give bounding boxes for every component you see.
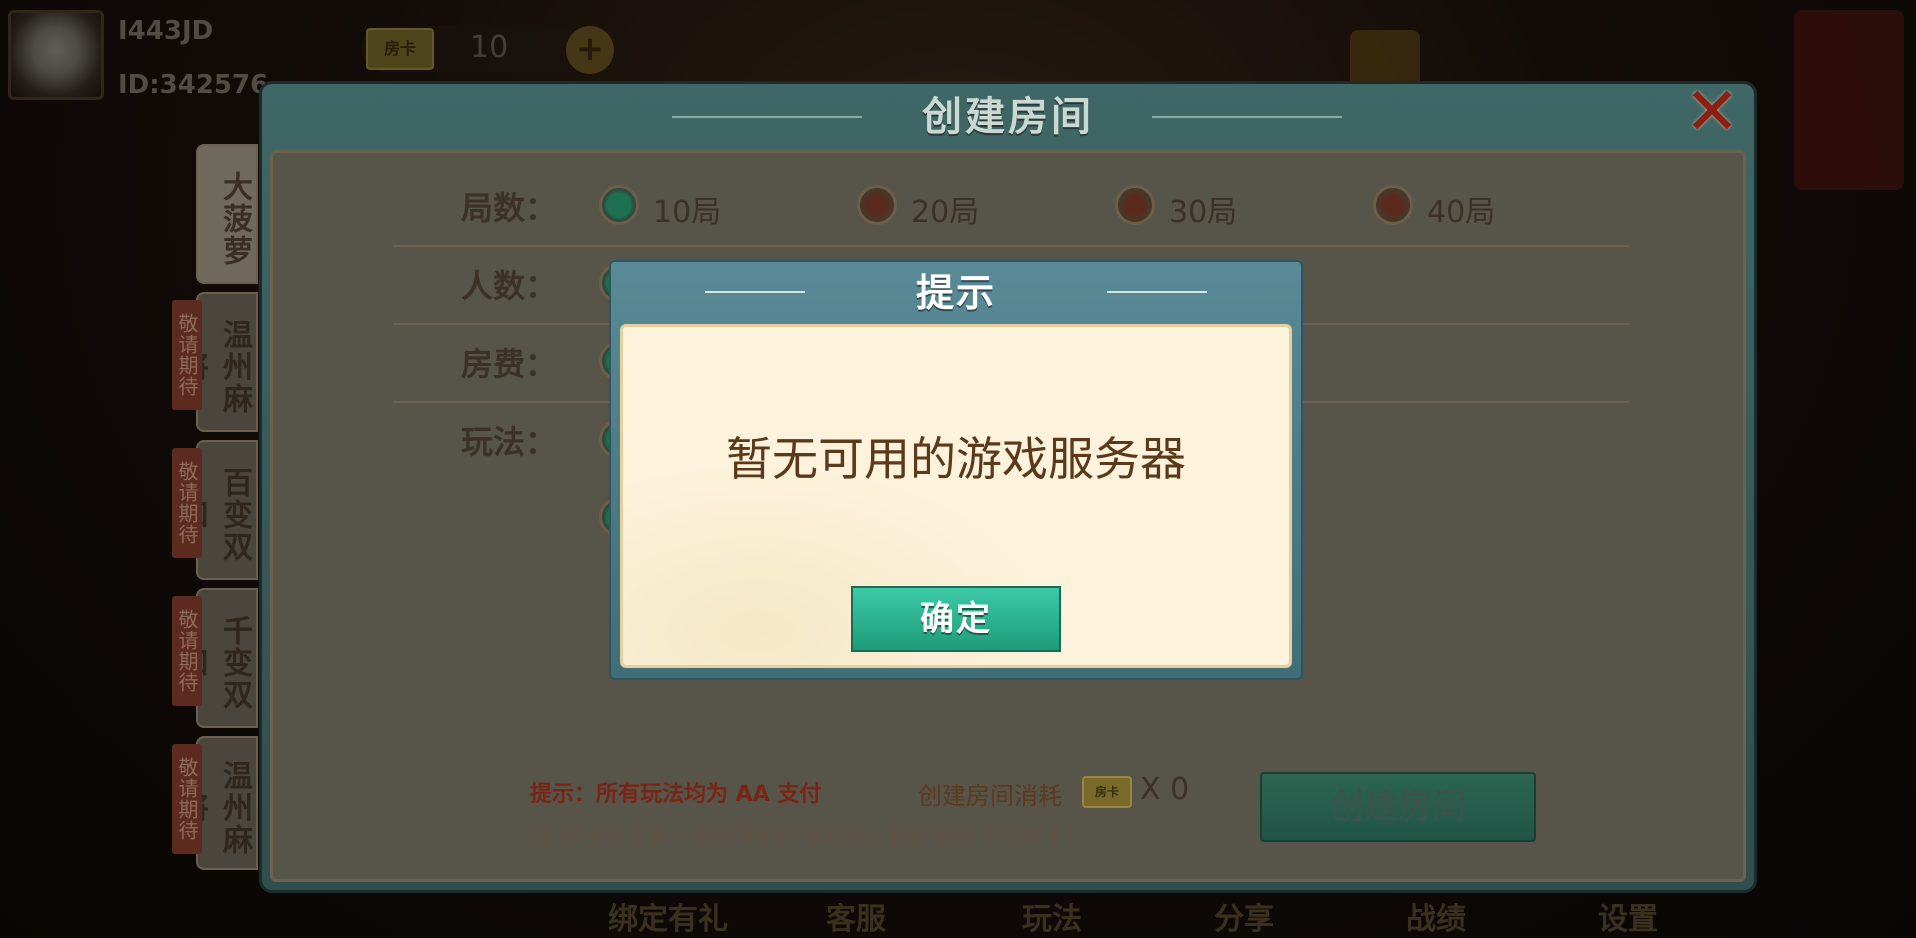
panel-header: 创建房间	[262, 84, 1754, 150]
alert-dialog: 提示 暂无可用的游戏服务器 确定	[611, 262, 1301, 678]
coming-soon-badge: 敬请期待	[172, 596, 202, 706]
rounds-label: 局数：	[461, 189, 558, 227]
cost-value: X 0	[1140, 772, 1190, 807]
coming-soon-badge: 敬请期待	[172, 744, 202, 854]
game-tab-qianbian-shuangkou[interactable]: 千变双扣	[173, 588, 258, 728]
rounds-option-20[interactable]: 20局	[911, 187, 979, 231]
dialog-message: 暂无可用的游戏服务器	[726, 432, 1186, 486]
row-divider	[393, 245, 1629, 247]
payment-hint: 提示：所有玩法均为 AA 支付	[530, 782, 822, 807]
coming-soon-badge: 敬请期待	[172, 448, 202, 558]
rounds-radio-10[interactable]	[599, 185, 639, 225]
game-tab-wenzhou-mahjong-2[interactable]: 温州麻将	[173, 736, 258, 870]
create-room-button[interactable]: 创建房间	[1260, 772, 1536, 842]
fee-label: 房费：	[461, 345, 558, 383]
title-ornament	[1152, 116, 1342, 118]
close-icon[interactable]: ✕	[1682, 79, 1742, 145]
title-ornament	[672, 116, 862, 118]
game-tab-wenzhou-mahjong[interactable]: 温州麻将	[173, 292, 258, 432]
game-tab-dabolo[interactable]: 大菠萝	[196, 144, 258, 284]
rounds-radio-30[interactable]	[1115, 185, 1155, 225]
deduction-note: 注:房卡将在第一局结算的时候扣除，提前解散不扣房卡!	[530, 824, 1075, 849]
game-tab-baibian-shuangkou[interactable]: 百变双扣	[173, 440, 258, 580]
rounds-option-30[interactable]: 30局	[1169, 187, 1237, 231]
game-lobby-screen: I443JD ID:342576 房卡 10 + 绑定有礼 客服 玩法 分享 战…	[0, 0, 1916, 938]
coming-soon-badge: 敬请期待	[172, 300, 202, 410]
dialog-title: 提示	[915, 271, 996, 315]
confirm-button[interactable]: 确定	[851, 586, 1061, 652]
cost-label: 创建房间消耗	[918, 782, 1062, 810]
rounds-radio-20[interactable]	[857, 185, 897, 225]
play-label: 玩法：	[461, 423, 558, 461]
panel-title: 创建房间	[922, 94, 1094, 140]
rounds-option-40[interactable]: 40局	[1427, 187, 1495, 231]
title-ornament	[1107, 291, 1207, 293]
room-card-icon: 房卡	[1082, 776, 1132, 808]
rounds-option-10[interactable]: 10局	[653, 187, 721, 231]
players-label: 人数：	[461, 267, 558, 305]
rounds-radio-40[interactable]	[1373, 185, 1413, 225]
